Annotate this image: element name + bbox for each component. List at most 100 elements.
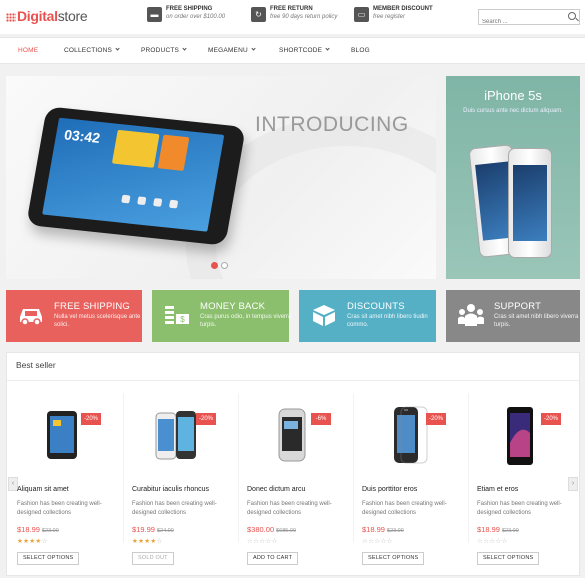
product-card[interactable]: -20% Duis porttitor eros Fashion has bee… (358, 393, 468, 573)
product-card[interactable]: -20% Etiam et eros Fashion has been crea… (473, 393, 583, 573)
app-icon (153, 198, 163, 207)
page: Digitalstore ▬ FREE SHIPPING on order ov… (0, 0, 585, 578)
nav-shortcode[interactable]: SHORTCODE (279, 46, 330, 54)
current-price: $18.99 (17, 525, 40, 534)
slider-dot[interactable] (221, 262, 228, 269)
product-description: Fashion has been creating well-designed … (17, 501, 102, 516)
feature-title: DISCOUNTS (347, 301, 405, 312)
feature-title: SUPPORT (494, 301, 542, 312)
hero-title: INTRODUCING (255, 113, 409, 136)
rating-stars: ☆☆☆☆☆ (362, 538, 393, 545)
logo-dots-icon (6, 13, 16, 22)
logo[interactable]: Digitalstore (6, 8, 88, 24)
feature-subtitle: Nulla vel metus scelerisque ante solici. (54, 314, 141, 328)
feature-support[interactable]: SUPPORT Cras sit amet nibh libero viverr… (446, 290, 580, 342)
promo-title: MEMBER DISCOUNT (373, 6, 433, 12)
divider (238, 393, 239, 543)
rating-stars: ☆☆☆☆☆ (477, 538, 508, 545)
feature-title: MONEY BACK (200, 301, 266, 312)
phone-screen (513, 165, 547, 241)
iphone-banner[interactable]: iPhone 5s Duis cursus ante nec dictum al… (446, 76, 580, 279)
people-icon (458, 304, 484, 326)
promo-subtitle: free register (373, 14, 406, 20)
sale-badge: -20% (196, 413, 216, 425)
feature-money-back[interactable]: $ MONEY BACK Cras purus odio, in tempus … (152, 290, 291, 342)
nav-label: COLLECTIONS (64, 47, 113, 54)
product-name[interactable]: Duis porttitor eros (362, 486, 417, 493)
box-icon (313, 305, 335, 326)
product-name[interactable]: Etiam et eros (477, 486, 518, 493)
select-options-button[interactable]: SELECT OPTIONS (362, 552, 425, 565)
rating-stars: ★★★★☆ (132, 538, 163, 545)
search-box (478, 9, 580, 29)
product-price: $380.00 $685.00 (247, 525, 296, 534)
select-options-button[interactable]: SELECT OPTIONS (477, 552, 540, 565)
nav-products[interactable]: PRODUCTS (141, 46, 187, 54)
sale-badge: -20% (426, 413, 446, 425)
banner-subtitle: Duis cursus ante nec dictum aliquam. (463, 108, 563, 114)
slider-dot-active[interactable] (211, 262, 218, 269)
nav-label: BLOG (351, 47, 370, 54)
promo-title: FREE RETURN (270, 6, 313, 12)
banner-title: iPhone 5s (484, 88, 542, 103)
product-card[interactable]: -20% Curabitur iaculis rhoncus Fashion h… (128, 393, 238, 573)
old-price: $23.00 (41, 528, 59, 534)
current-price: $18.99 (362, 525, 385, 534)
divider (7, 380, 579, 381)
app-icon (121, 194, 131, 204)
sale-badge: -20% (81, 413, 101, 425)
product-description: Fashion has been creating well-designed … (477, 501, 562, 516)
divider (353, 393, 354, 543)
search-input[interactable] (479, 15, 563, 29)
truck-icon: ▬ (147, 7, 162, 22)
product-name[interactable]: Curabitur iaculis rhoncus (132, 486, 209, 493)
feature-free-shipping[interactable]: FREE SHIPPING Nulla vel metus scelerisqu… (6, 290, 142, 342)
product-price: $18.99 $23.00 (362, 525, 404, 534)
nav-blog[interactable]: BLOG (351, 47, 370, 54)
hero-slider[interactable]: 03:42 INTRODUCING (6, 76, 436, 279)
top-bar: Digitalstore ▬ FREE SHIPPING on order ov… (0, 0, 585, 34)
section-title: Best seller (16, 360, 56, 370)
product-card[interactable]: -6% Donec dictum arcu Fashion has been c… (243, 393, 353, 573)
feature-title: FREE SHIPPING (54, 301, 130, 312)
nav-label: PRODUCTS (141, 47, 180, 54)
tablet-image: 03:42 (26, 106, 246, 246)
nav-home[interactable]: HOME (18, 47, 38, 54)
svg-text:$: $ (180, 315, 185, 324)
sold-out-button[interactable]: SOLD OUT (132, 552, 174, 565)
nav-collections[interactable]: COLLECTIONS (64, 46, 120, 54)
chevron-down-icon (325, 46, 330, 51)
app-icon (168, 199, 179, 209)
feature-subtitle: Cras sit amet nibh libero viverra turpis… (494, 314, 579, 328)
nav-megamenu[interactable]: MEGAMENU (208, 46, 256, 54)
product-name[interactable]: Aliquam sit amet (17, 486, 69, 493)
tablet-screen: 03:42 (42, 117, 225, 232)
current-price: $19.99 (132, 525, 155, 534)
current-price: $380.00 (247, 525, 275, 534)
product-description: Fashion has been creating well-designed … (247, 501, 332, 516)
old-price: $23.00 (501, 528, 519, 534)
return-icon: ↻ (251, 7, 266, 22)
rating-stars: ★★★★☆ (17, 538, 48, 545)
best-seller-section: Best seller ‹ › -20% Aliquam sit amet Fa… (6, 352, 580, 576)
product-price: $18.99 $23.00 (477, 525, 519, 534)
nav-label: HOME (18, 47, 39, 54)
select-options-button[interactable]: SELECT OPTIONS (17, 552, 80, 565)
product-description: Fashion has been creating well-designed … (132, 501, 217, 516)
chevron-down-icon (251, 46, 256, 51)
tablet-widget (157, 134, 190, 171)
chevron-down-icon (182, 46, 187, 51)
sale-badge: -6% (311, 413, 331, 425)
promo-subtitle: free 90 days return policy (270, 14, 338, 20)
logo-text-primary: Digital (17, 8, 58, 24)
search-icon[interactable] (568, 12, 576, 20)
product-name[interactable]: Donec dictum arcu (247, 486, 305, 493)
add-to-cart-button[interactable]: ADD TO CART (247, 552, 299, 565)
feature-subtitle: Cras purus odio, in tempus viverra turpi… (200, 314, 292, 328)
tablet-widget (111, 129, 160, 168)
old-price: $23.00 (386, 528, 404, 534)
product-card[interactable]: -20% Aliquam sit amet Fashion has been c… (13, 393, 123, 573)
money-icon: $ (165, 306, 189, 324)
feature-discounts[interactable]: DISCOUNTS Cras sit amet nibh libero tiud… (299, 290, 436, 342)
divider (468, 393, 469, 543)
